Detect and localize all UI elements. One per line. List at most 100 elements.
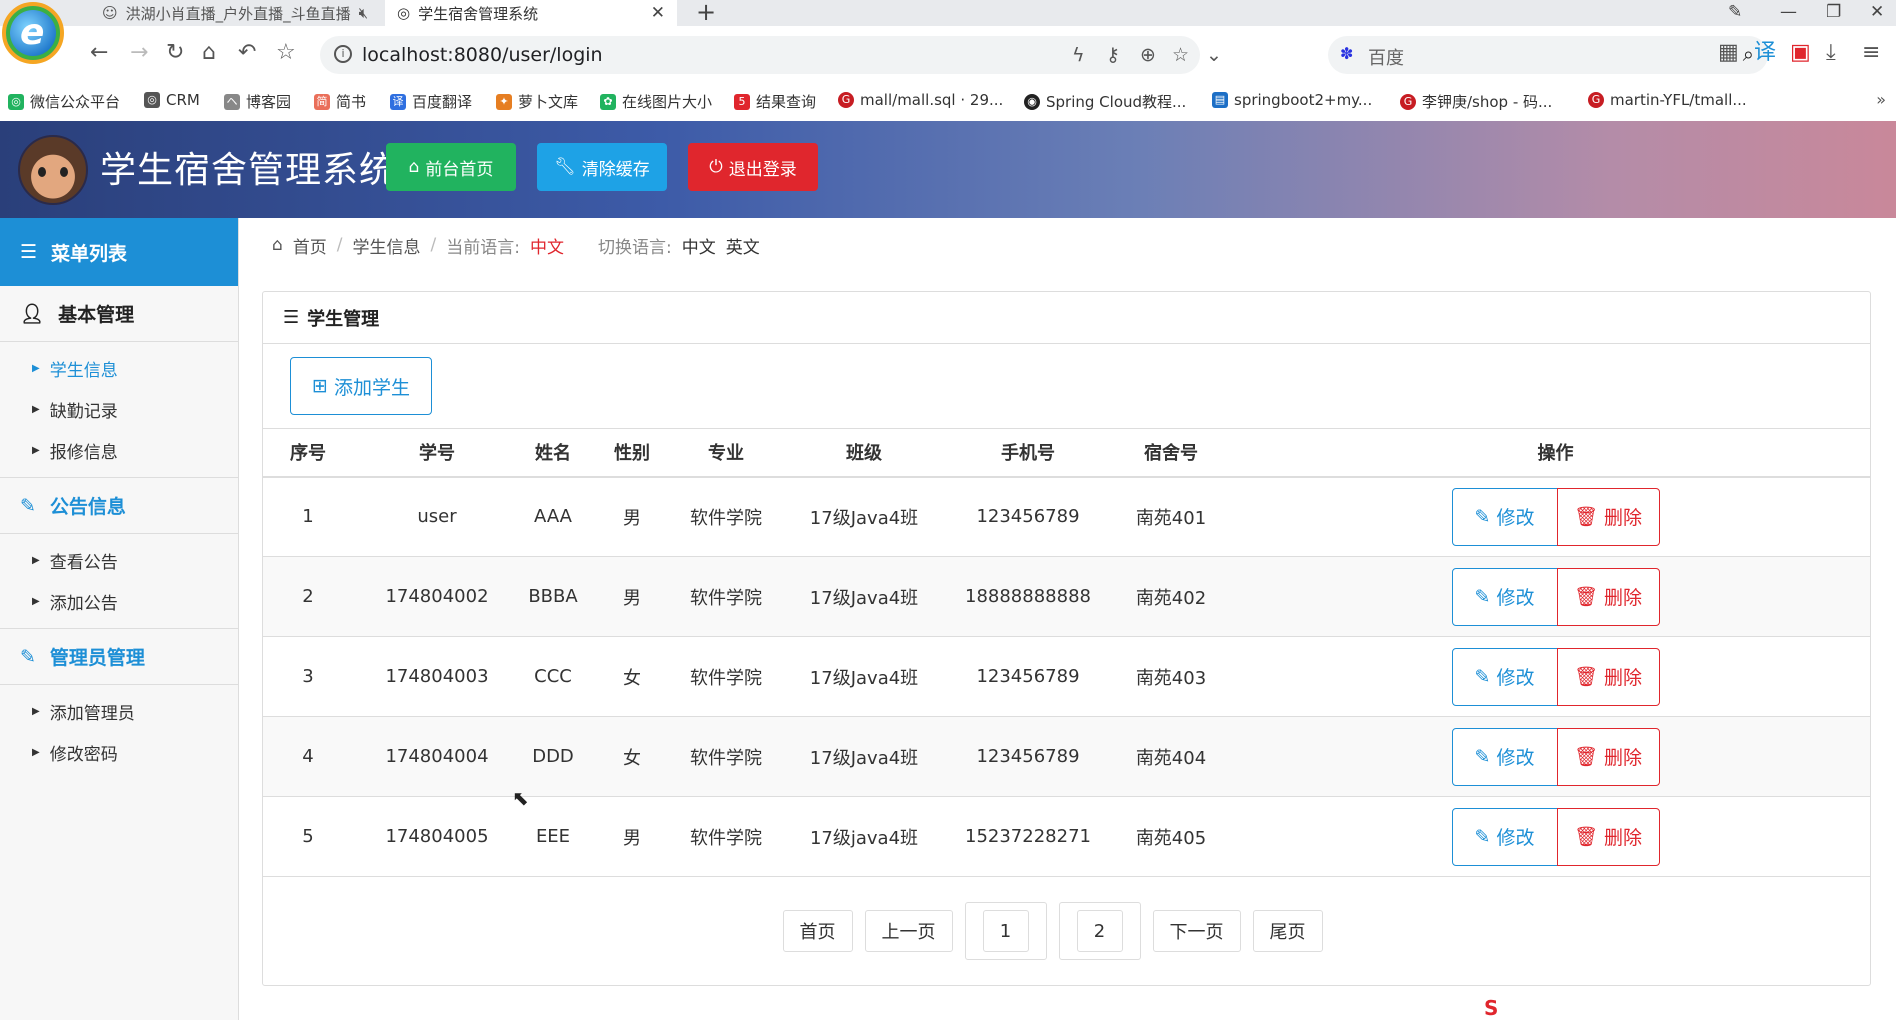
prev-page-button[interactable]: 上一页 bbox=[864, 910, 953, 952]
delete-button[interactable]: 🗑︎ 删除 bbox=[1556, 487, 1660, 546]
navigation-bar: ← → ↻ ⌂ ↶ ☆ i localhost:8080/user/login … bbox=[70, 32, 1896, 78]
bookmark-tmall[interactable]: Gmartin-YFL/tmall... bbox=[1588, 91, 1747, 109]
first-page-button[interactable]: 首页 bbox=[782, 910, 853, 952]
button-label: 修改 bbox=[1496, 667, 1535, 689]
search-box[interactable]: ✽ 百度 ⌕ bbox=[1328, 36, 1768, 74]
language-zh-link[interactable]: 中文 bbox=[682, 233, 716, 258]
delete-button[interactable]: 🗑︎ 删除 bbox=[1556, 727, 1660, 786]
page-1-button[interactable]: 1 bbox=[964, 902, 1047, 960]
page-2-button[interactable]: 2 bbox=[1058, 902, 1141, 960]
language-en-link[interactable]: 英文 bbox=[726, 233, 760, 258]
edit-window-icon[interactable]: ✎ bbox=[1728, 0, 1742, 24]
bookmark-crm[interactable]: ◎ CRM bbox=[144, 91, 200, 109]
sogou-ime-icon[interactable]: S bbox=[1484, 996, 1498, 1020]
bookmark-baidu-translate[interactable]: 译百度翻译 bbox=[390, 91, 472, 112]
table-row: 3 174804003 CCC 女软件学院 17级Java4班 123456789 南苑40… bbox=[263, 636, 1870, 717]
mouse-cursor-icon: ⬉ bbox=[512, 786, 529, 810]
delete-button[interactable]: 🗑︎ 删除 bbox=[1556, 647, 1660, 706]
sidebar-item-view-notice[interactable]: ▶ 查看公告 bbox=[0, 540, 238, 581]
bookmark-result[interactable]: 5 结果查询 bbox=[734, 91, 816, 112]
table-cell-actions: ✎ 修改 🗑︎ 删除 bbox=[1241, 476, 1870, 557]
sidebar-item-student-info[interactable]: ▶ 学生信息 bbox=[0, 348, 238, 389]
undo-icon[interactable]: ↶ bbox=[238, 40, 256, 66]
reload-icon[interactable]: ↻ bbox=[166, 40, 184, 66]
bookmark-cnblogs[interactable]: ヘ博客园 bbox=[224, 91, 291, 112]
sidebar-item-change-password[interactable]: ▶ 修改密码 bbox=[0, 732, 238, 773]
apps-grid-icon[interactable]: ▦ bbox=[1718, 40, 1739, 66]
breadcrumb-home[interactable]: 首页 bbox=[293, 233, 327, 258]
table-cell: 17级Java4班 bbox=[773, 636, 955, 717]
edit-button[interactable]: ✎ 修改 bbox=[1451, 727, 1558, 786]
home-icon[interactable]: ⌂ bbox=[202, 40, 216, 66]
delete-button[interactable]: 🗑︎ 删除 bbox=[1556, 807, 1660, 866]
new-tab-button[interactable]: + bbox=[696, 0, 716, 24]
sidebar-group-notice[interactable]: ✎ 公告信息 bbox=[0, 478, 238, 534]
bookmark-jianshu[interactable]: 简简书 bbox=[314, 91, 366, 112]
info-icon[interactable]: i bbox=[334, 45, 352, 63]
mute-icon[interactable]: 🔇︎ bbox=[359, 4, 368, 22]
restore-button[interactable]: ❐ bbox=[1826, 0, 1841, 24]
forward-icon[interactable]: → bbox=[130, 40, 148, 66]
menu-icon[interactable]: ≡ bbox=[1862, 40, 1880, 66]
sidebar-group-basic[interactable]: 👤︎ 基本管理 bbox=[0, 286, 238, 342]
edit-button[interactable]: ✎ 修改 bbox=[1451, 647, 1558, 706]
page-number: 2 bbox=[1076, 910, 1123, 952]
bookmark-mall-sql[interactable]: Gmall/mall.sql · 29... bbox=[838, 91, 1003, 109]
clear-cache-button[interactable]: 🔧︎ 清除缓存 bbox=[537, 143, 667, 191]
table-cell: 123456789 bbox=[955, 636, 1101, 717]
button-label: 修改 bbox=[1496, 587, 1535, 609]
sidebar-item-add-admin[interactable]: ▶ 添加管理员 bbox=[0, 691, 238, 732]
bookmark-springboot2[interactable]: ▤ springboot2+my... bbox=[1212, 91, 1372, 109]
address-bar[interactable]: i localhost:8080/user/login ϟ ⚷ ⊕ ☆ ⌄ bbox=[320, 36, 1222, 74]
translate-icon: 译 bbox=[390, 93, 406, 110]
chevron-down-icon[interactable]: ⌄ bbox=[1206, 44, 1222, 66]
url-text[interactable]: localhost:8080/user/login bbox=[362, 44, 603, 66]
tab-douyu[interactable]: ☺ 洪湖小肖直播_户外直播_斗鱼直播 🔇︎ bbox=[90, 0, 380, 26]
minimize-button[interactable]: — bbox=[1780, 0, 1797, 24]
lightning-icon[interactable]: ϟ bbox=[1072, 44, 1085, 66]
pdf-icon[interactable]: ▣ bbox=[1790, 40, 1811, 66]
zoom-icon[interactable]: ⊕ bbox=[1140, 44, 1156, 66]
close-tab-icon[interactable]: ✕ bbox=[651, 3, 665, 23]
bookmark-shop[interactable]: G 李钾庚/shop - 码... bbox=[1400, 91, 1552, 112]
bookmark-spring-cloud[interactable]: ◉ Spring Cloud教程... bbox=[1024, 91, 1186, 112]
frontend-home-button[interactable]: ⌂ 前台首页 bbox=[386, 143, 516, 191]
close-window-button[interactable]: ✕ bbox=[1870, 0, 1884, 24]
sidebar-item-absence[interactable]: ▶ 缺勤记录 bbox=[0, 389, 238, 430]
button-label: 删除 bbox=[1604, 747, 1643, 769]
next-page-button[interactable]: 下一页 bbox=[1152, 910, 1241, 952]
sidebar-item-add-notice[interactable]: ▶ 添加公告 bbox=[0, 581, 238, 622]
table-cell: 软件学院 bbox=[679, 716, 773, 797]
bookmark-label: 在线图片大小 bbox=[622, 93, 713, 111]
tab-dorm-system[interactable]: ◎ 学生宿舍管理系统 ✕ bbox=[385, 0, 677, 26]
back-icon[interactable]: ← bbox=[90, 40, 108, 66]
sidebar-item-repair[interactable]: ▶ 报修信息 bbox=[0, 430, 238, 471]
edit-button[interactable]: ✎ 修改 bbox=[1451, 567, 1558, 626]
edit-button[interactable]: ✎ 修改 bbox=[1451, 807, 1558, 866]
globe-icon: ◎ bbox=[144, 92, 160, 108]
logout-button[interactable]: ⏻ 退出登录 bbox=[688, 143, 818, 191]
search-icon[interactable]: ⌕ bbox=[1743, 42, 1754, 66]
translate-icon[interactable]: 译 bbox=[1754, 40, 1776, 66]
wrench-icon: 🔧︎ bbox=[554, 157, 576, 177]
bookmark-star-icon[interactable]: ☆ bbox=[1172, 44, 1189, 66]
sidebar-group-admin[interactable]: ✎ 管理员管理 bbox=[0, 629, 238, 685]
github-icon: ◉ bbox=[1024, 93, 1040, 110]
bookmark-luobo[interactable]: ✦ 萝卜文库 bbox=[496, 91, 578, 112]
key-icon[interactable]: ⚷ bbox=[1106, 44, 1120, 66]
page-number: 1 bbox=[982, 910, 1029, 952]
bookmark-wechat[interactable]: ◎ 微信公众平台 bbox=[8, 91, 120, 112]
bookmark-image-size[interactable]: ✿ 在线图片大小 bbox=[600, 91, 712, 112]
table-cell: 软件学院 bbox=[679, 476, 773, 557]
last-page-button[interactable]: 尾页 bbox=[1252, 910, 1323, 952]
button-label: 修改 bbox=[1496, 747, 1535, 769]
edit-button[interactable]: ✎ 修改 bbox=[1451, 487, 1558, 546]
download-icon[interactable]: ⤓ bbox=[1826, 40, 1836, 66]
delete-button[interactable]: 🗑︎ 删除 bbox=[1556, 567, 1660, 626]
bookmarks-bar: ◎ 微信公众平台 ◎ CRM ヘ博客园 简简书 译百度翻译 ✦ 萝卜文库 ✿ 在线图片大… bbox=[0, 86, 1896, 116]
more-bookmarks-icon[interactable]: » bbox=[1876, 90, 1886, 109]
table-row: 2 174804002 BBBA 男软件学院 17级Java4班 18888888888 南… bbox=[263, 556, 1870, 637]
add-student-button[interactable]: ⊞ 添加学生 bbox=[290, 357, 432, 415]
favorite-star-icon[interactable]: ☆ bbox=[276, 40, 296, 66]
item-label: 报修信息 bbox=[49, 443, 118, 463]
